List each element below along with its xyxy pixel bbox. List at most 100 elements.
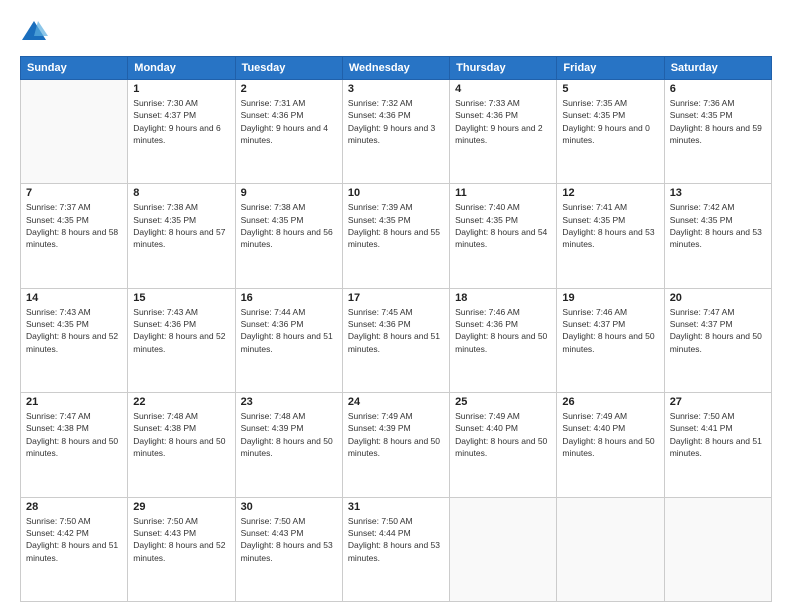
day-number: 13 bbox=[670, 187, 766, 199]
day-info: Sunrise: 7:39 AMSunset: 4:35 PMDaylight:… bbox=[348, 201, 444, 250]
calendar-week-row: 7Sunrise: 7:37 AMSunset: 4:35 PMDaylight… bbox=[21, 184, 772, 288]
day-number: 17 bbox=[348, 292, 444, 304]
day-info: Sunrise: 7:42 AMSunset: 4:35 PMDaylight:… bbox=[670, 201, 766, 250]
calendar-cell: 2 Sunrise: 7:31 AMSunset: 4:36 PMDaylight… bbox=[235, 80, 342, 184]
calendar-header-thursday: Thursday bbox=[450, 57, 557, 80]
day-number: 11 bbox=[455, 187, 551, 199]
day-info: Sunrise: 7:41 AMSunset: 4:35 PMDaylight:… bbox=[562, 201, 658, 250]
calendar-cell: 29Sunrise: 7:50 AMSunset: 4:43 PMDayligh… bbox=[128, 497, 235, 601]
day-number: 19 bbox=[562, 292, 658, 304]
day-number: 22 bbox=[133, 396, 229, 408]
calendar-cell: 12 Sunrise: 7:41 AMSunset: 4:35 PMDayligh… bbox=[557, 184, 664, 288]
calendar-cell: 31Sunrise: 7:50 AMSunset: 4:44 PMDayligh… bbox=[342, 497, 449, 601]
calendar-cell: 6 Sunrise: 7:36 AMSunset: 4:35 PMDaylight… bbox=[664, 80, 771, 184]
logo-icon bbox=[20, 18, 48, 46]
day-number: 25 bbox=[455, 396, 551, 408]
calendar-cell bbox=[21, 80, 128, 184]
day-info: Sunrise: 7:33 AMSunset: 4:36 PMDaylight:… bbox=[455, 97, 551, 146]
calendar-cell: 5 Sunrise: 7:35 AMSunset: 4:35 PMDaylight… bbox=[557, 80, 664, 184]
day-info: Sunrise: 7:46 AMSunset: 4:36 PMDaylight:… bbox=[455, 306, 551, 355]
calendar-cell: 30 Sunrise: 7:50 AMSunset: 4:43 PMDayligh… bbox=[235, 497, 342, 601]
day-info: Sunrise: 7:49 AMSunset: 4:40 PMDaylight:… bbox=[455, 410, 551, 459]
day-info: Sunrise: 7:31 AMSunset: 4:36 PMDaylight:… bbox=[241, 97, 337, 146]
day-number: 18 bbox=[455, 292, 551, 304]
calendar-cell bbox=[664, 497, 771, 601]
day-number: 16 bbox=[241, 292, 337, 304]
day-info: Sunrise: 7:45 AMSunset: 4:36 PMDaylight:… bbox=[348, 306, 444, 355]
calendar-cell: 16 Sunrise: 7:44 AMSunset: 4:36 PMDayligh… bbox=[235, 288, 342, 392]
day-info: Sunrise: 7:50 AMSunset: 4:43 PMDaylight:… bbox=[133, 515, 229, 564]
day-number: 3 bbox=[348, 83, 444, 95]
calendar-header-row: SundayMondayTuesdayWednesdayThursdayFrid… bbox=[21, 57, 772, 80]
day-number: 20 bbox=[670, 292, 766, 304]
day-info: Sunrise: 7:50 AMSunset: 4:42 PMDaylight:… bbox=[26, 515, 122, 564]
calendar-cell: 20Sunrise: 7:47 AMSunset: 4:37 PMDayligh… bbox=[664, 288, 771, 392]
calendar-cell: 25 Sunrise: 7:49 AMSunset: 4:40 PMDayligh… bbox=[450, 393, 557, 497]
day-number: 2 bbox=[241, 83, 337, 95]
calendar-cell bbox=[557, 497, 664, 601]
calendar-cell: 1Sunrise: 7:30 AMSunset: 4:37 PMDaylight… bbox=[128, 80, 235, 184]
calendar-cell: 7Sunrise: 7:37 AMSunset: 4:35 PMDaylight… bbox=[21, 184, 128, 288]
calendar-page: SundayMondayTuesdayWednesdayThursdayFrid… bbox=[0, 0, 792, 612]
day-info: Sunrise: 7:32 AMSunset: 4:36 PMDaylight:… bbox=[348, 97, 444, 146]
calendar-cell: 17 Sunrise: 7:45 AMSunset: 4:36 PMDayligh… bbox=[342, 288, 449, 392]
day-info: Sunrise: 7:40 AMSunset: 4:35 PMDaylight:… bbox=[455, 201, 551, 250]
day-number: 9 bbox=[241, 187, 337, 199]
day-number: 8 bbox=[133, 187, 229, 199]
day-info: Sunrise: 7:43 AMSunset: 4:35 PMDaylight:… bbox=[26, 306, 122, 355]
day-info: Sunrise: 7:38 AMSunset: 4:35 PMDaylight:… bbox=[133, 201, 229, 250]
day-info: Sunrise: 7:36 AMSunset: 4:35 PMDaylight:… bbox=[670, 97, 766, 146]
day-info: Sunrise: 7:44 AMSunset: 4:36 PMDaylight:… bbox=[241, 306, 337, 355]
calendar-cell: 27 Sunrise: 7:50 AMSunset: 4:41 PMDayligh… bbox=[664, 393, 771, 497]
header bbox=[20, 18, 772, 46]
calendar-cell: 10 Sunrise: 7:39 AMSunset: 4:35 PMDayligh… bbox=[342, 184, 449, 288]
calendar-cell: 22 Sunrise: 7:48 AMSunset: 4:38 PMDayligh… bbox=[128, 393, 235, 497]
calendar-cell: 24Sunrise: 7:49 AMSunset: 4:39 PMDayligh… bbox=[342, 393, 449, 497]
calendar-cell: 15Sunrise: 7:43 AMSunset: 4:36 PMDayligh… bbox=[128, 288, 235, 392]
calendar-cell: 14 Sunrise: 7:43 AMSunset: 4:35 PMDayligh… bbox=[21, 288, 128, 392]
calendar-week-row: 21 Sunrise: 7:47 AMSunset: 4:38 PMDayligh… bbox=[21, 393, 772, 497]
calendar-table: SundayMondayTuesdayWednesdayThursdayFrid… bbox=[20, 56, 772, 602]
day-number: 14 bbox=[26, 292, 122, 304]
day-number: 31 bbox=[348, 501, 444, 513]
calendar-cell: 3 Sunrise: 7:32 AMSunset: 4:36 PMDaylight… bbox=[342, 80, 449, 184]
calendar-cell: 11 Sunrise: 7:40 AMSunset: 4:35 PMDayligh… bbox=[450, 184, 557, 288]
calendar-week-row: 28 Sunrise: 7:50 AMSunset: 4:42 PMDayligh… bbox=[21, 497, 772, 601]
calendar-cell: 28 Sunrise: 7:50 AMSunset: 4:42 PMDayligh… bbox=[21, 497, 128, 601]
calendar-cell: 18 Sunrise: 7:46 AMSunset: 4:36 PMDayligh… bbox=[450, 288, 557, 392]
day-info: Sunrise: 7:47 AMSunset: 4:38 PMDaylight:… bbox=[26, 410, 122, 459]
day-info: Sunrise: 7:30 AMSunset: 4:37 PMDaylight:… bbox=[133, 97, 229, 146]
day-number: 10 bbox=[348, 187, 444, 199]
day-number: 7 bbox=[26, 187, 122, 199]
calendar-header-saturday: Saturday bbox=[664, 57, 771, 80]
day-number: 6 bbox=[670, 83, 766, 95]
day-info: Sunrise: 7:49 AMSunset: 4:39 PMDaylight:… bbox=[348, 410, 444, 459]
calendar-cell: 26Sunrise: 7:49 AMSunset: 4:40 PMDayligh… bbox=[557, 393, 664, 497]
day-number: 27 bbox=[670, 396, 766, 408]
day-number: 5 bbox=[562, 83, 658, 95]
calendar-header-sunday: Sunday bbox=[21, 57, 128, 80]
day-number: 15 bbox=[133, 292, 229, 304]
day-info: Sunrise: 7:35 AMSunset: 4:35 PMDaylight:… bbox=[562, 97, 658, 146]
calendar-header-friday: Friday bbox=[557, 57, 664, 80]
day-number: 4 bbox=[455, 83, 551, 95]
calendar-cell: 19 Sunrise: 7:46 AMSunset: 4:37 PMDayligh… bbox=[557, 288, 664, 392]
day-info: Sunrise: 7:48 AMSunset: 4:38 PMDaylight:… bbox=[133, 410, 229, 459]
day-info: Sunrise: 7:46 AMSunset: 4:37 PMDaylight:… bbox=[562, 306, 658, 355]
calendar-cell: 21 Sunrise: 7:47 AMSunset: 4:38 PMDayligh… bbox=[21, 393, 128, 497]
calendar-cell: 23Sunrise: 7:48 AMSunset: 4:39 PMDayligh… bbox=[235, 393, 342, 497]
calendar-week-row: 14 Sunrise: 7:43 AMSunset: 4:35 PMDayligh… bbox=[21, 288, 772, 392]
day-info: Sunrise: 7:50 AMSunset: 4:43 PMDaylight:… bbox=[241, 515, 337, 564]
day-number: 21 bbox=[26, 396, 122, 408]
calendar-header-tuesday: Tuesday bbox=[235, 57, 342, 80]
day-number: 30 bbox=[241, 501, 337, 513]
calendar-cell: 13 Sunrise: 7:42 AMSunset: 4:35 PMDayligh… bbox=[664, 184, 771, 288]
day-number: 23 bbox=[241, 396, 337, 408]
day-info: Sunrise: 7:50 AMSunset: 4:41 PMDaylight:… bbox=[670, 410, 766, 459]
calendar-header-monday: Monday bbox=[128, 57, 235, 80]
day-info: Sunrise: 7:49 AMSunset: 4:40 PMDaylight:… bbox=[562, 410, 658, 459]
day-number: 12 bbox=[562, 187, 658, 199]
day-number: 28 bbox=[26, 501, 122, 513]
calendar-week-row: 1Sunrise: 7:30 AMSunset: 4:37 PMDaylight… bbox=[21, 80, 772, 184]
calendar-cell: 8 Sunrise: 7:38 AMSunset: 4:35 PMDaylight… bbox=[128, 184, 235, 288]
